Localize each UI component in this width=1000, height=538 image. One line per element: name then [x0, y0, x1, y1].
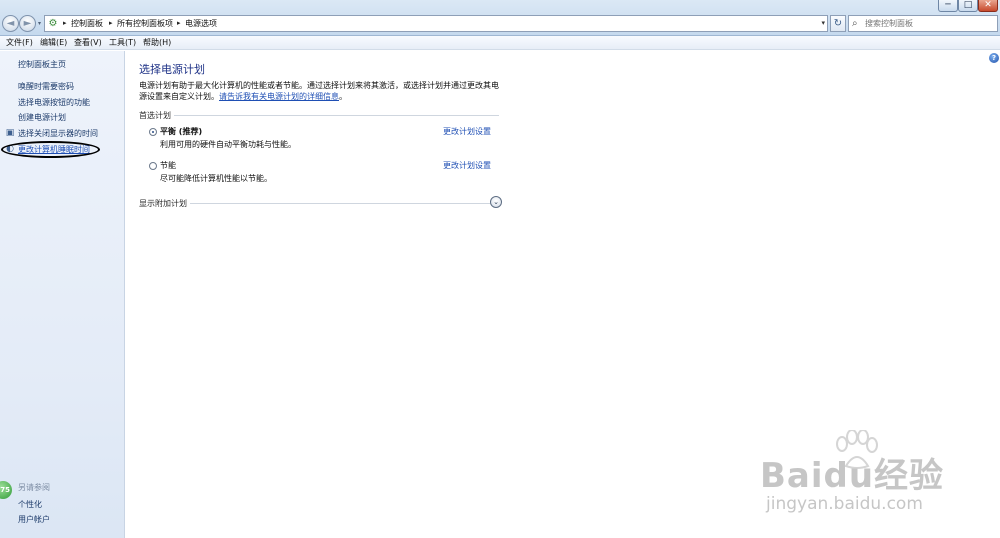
plan-desc-balanced: 利用可用的硬件自动平衡功耗与性能。	[160, 140, 296, 149]
right-gutter	[986, 51, 1000, 538]
change-plan-settings-link[interactable]: 更改计划设置	[443, 160, 491, 171]
description-end: 。	[339, 92, 347, 101]
refresh-button[interactable]: ↻	[830, 15, 846, 32]
sidebar-home-link[interactable]: 控制面板主页	[18, 59, 66, 70]
section-divider	[139, 203, 491, 204]
sidebar-item-power-buttons[interactable]: 选择电源按钮的功能	[18, 97, 90, 108]
breadcrumb-separator-icon[interactable]: ▸	[177, 19, 181, 27]
menu-view[interactable]: 查看(V)	[74, 38, 102, 48]
sidebar-item-user-accounts[interactable]: 用户帐户	[18, 514, 50, 525]
breadcrumb-all-items[interactable]: 所有控制面板项	[117, 18, 173, 30]
breadcrumb-separator-icon[interactable]: ▸	[63, 19, 67, 27]
address-dropdown-icon[interactable]: ▾	[821, 19, 825, 27]
sidebar-item-create-plan[interactable]: 创建电源计划	[18, 112, 66, 123]
see-also-heading: 另请参阅	[18, 483, 50, 492]
address-bar[interactable]: ⚙ ▸ 控制面板 ▸ 所有控制面板项 ▸ 电源选项 ▾	[44, 15, 828, 32]
sidebar-item-personalization[interactable]: 个性化	[18, 499, 42, 510]
status-badge: 75	[0, 481, 12, 499]
back-button[interactable]: ◄	[2, 15, 19, 32]
page-title: 选择电源计划	[139, 63, 205, 76]
control-panel-icon: ⚙	[48, 18, 58, 29]
task-sidebar: 控制面板主页 唤醒时需要密码 选择电源按钮的功能 创建电源计划 ▣ 选择关闭显示…	[0, 51, 125, 538]
plan-name-balanced[interactable]: 平衡 (推荐)	[160, 126, 202, 137]
menu-tools[interactable]: 工具(T)	[109, 38, 136, 48]
menu-edit[interactable]: 编辑(E)	[40, 38, 67, 48]
plan-name-power-saver[interactable]: 节能	[160, 160, 176, 171]
minimize-button[interactable]: ─	[938, 0, 958, 12]
menu-bar: 文件(F) 编辑(E) 查看(V) 工具(T) 帮助(H)	[0, 36, 1000, 50]
forward-button[interactable]: ►	[19, 15, 36, 32]
plan-radio-balanced[interactable]	[149, 128, 157, 136]
watermark-brand: Baidu经验	[760, 456, 945, 496]
preferred-plans-heading: 首选计划	[139, 110, 174, 121]
sidebar-item-wake-password[interactable]: 唤醒时需要密码	[18, 81, 74, 92]
show-additional-plans-label[interactable]: 显示附加计划	[139, 198, 190, 209]
breadcrumb-power-options[interactable]: 电源选项	[185, 18, 217, 30]
help-icon[interactable]: ?	[989, 53, 999, 63]
search-icon: ⌕	[852, 18, 858, 29]
sidebar-item-display-off[interactable]: 选择关闭显示器的时间	[18, 128, 98, 139]
menu-help[interactable]: 帮助(H)	[143, 38, 171, 48]
recent-pages-dropdown-icon[interactable]: ▾	[38, 20, 41, 27]
maximize-button[interactable]: □	[958, 0, 978, 12]
menu-file[interactable]: 文件(F)	[6, 38, 33, 48]
search-input[interactable]	[865, 17, 995, 30]
breadcrumb-control-panel[interactable]: 控制面板	[71, 18, 103, 30]
change-plan-settings-link[interactable]: 更改计划设置	[443, 126, 491, 137]
breadcrumb-separator-icon[interactable]: ▸	[109, 19, 113, 27]
power-plan-info-link[interactable]: 请告诉我有关电源计划的详细信息	[219, 92, 339, 101]
annotation-circle	[1, 141, 100, 158]
watermark-url: jingyan.baidu.com	[766, 494, 923, 514]
close-button[interactable]: ✕	[978, 0, 998, 12]
section-divider	[139, 115, 499, 116]
window-titlebar: ─ □ ✕ ◄ ► ▾ ⚙ ▸ 控制面板 ▸ 所有控制面板项 ▸ 电源选项 ▾ …	[0, 0, 1000, 36]
page-description: 电源计划有助于最大化计算机的性能或者节能。通过选择计划来将其激活，或选择计划并通…	[139, 80, 504, 102]
expand-chevron-icon[interactable]: ⌄	[490, 196, 502, 208]
plan-desc-power-saver: 尽可能降低计算机性能以节能。	[160, 174, 272, 183]
search-box[interactable]: ⌕	[848, 15, 998, 32]
plan-radio-power-saver[interactable]	[149, 162, 157, 170]
monitor-shield-icon: ▣	[5, 128, 15, 138]
